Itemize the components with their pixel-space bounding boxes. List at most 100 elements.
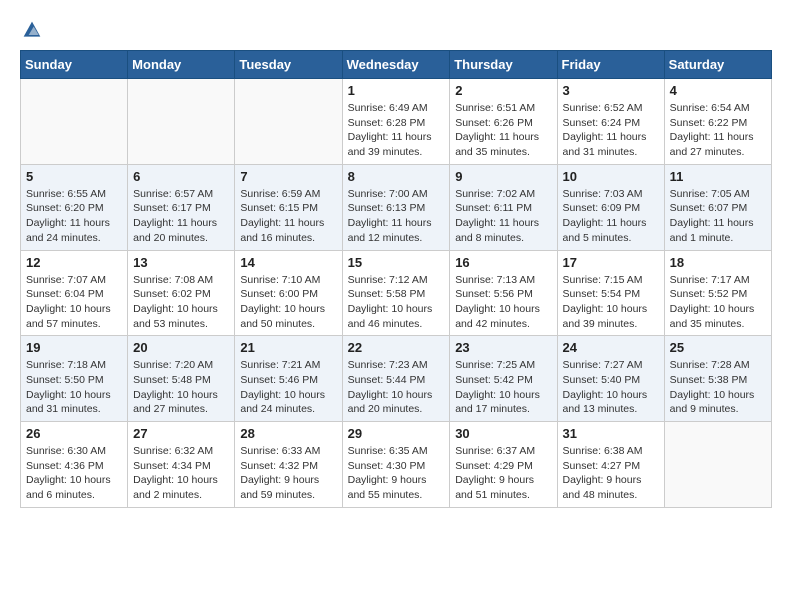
day-info: Sunrise: 6:59 AM Sunset: 6:15 PM Dayligh…	[240, 187, 336, 246]
day-number: 24	[563, 340, 659, 355]
calendar-cell	[21, 79, 128, 165]
calendar-cell: 19Sunrise: 7:18 AM Sunset: 5:50 PM Dayli…	[21, 336, 128, 422]
calendar-cell: 25 Sunrise: 7:28 AM Sunset: 5:38 PM Dayli…	[664, 336, 771, 422]
calendar-cell: 13Sunrise: 7:08 AM Sunset: 6:02 PM Dayli…	[128, 250, 235, 336]
day-number: 27	[133, 426, 229, 441]
day-number: 9	[455, 169, 551, 184]
day-info: Sunrise: 6:55 AM Sunset: 6:20 PM Dayligh…	[26, 187, 122, 246]
calendar-cell: 31 Sunrise: 6:38 AM Sunset: 4:27 PM Dayli…	[557, 422, 664, 508]
day-info: Sunrise: 7:27 AM Sunset: 5:40 PM Dayligh…	[563, 358, 659, 417]
calendar-cell: 30 Sunrise: 6:37 AM Sunset: 4:29 PM Dayli…	[450, 422, 557, 508]
day-number: 18	[670, 255, 766, 270]
weekday-header-wednesday: Wednesday	[342, 51, 450, 79]
day-info: Sunrise: 7:20 AM Sunset: 5:48 PM Dayligh…	[133, 358, 229, 417]
calendar-cell: 15 Sunrise: 7:12 AM Sunset: 5:58 PM Dayli…	[342, 250, 450, 336]
day-info: Sunrise: 6:54 AM Sunset: 6:22 PM Dayligh…	[670, 101, 766, 160]
day-info: Sunrise: 7:12 AM Sunset: 5:58 PM Dayligh…	[348, 273, 445, 332]
calendar-cell: 9 Sunrise: 7:02 AM Sunset: 6:11 PM Daylig…	[450, 164, 557, 250]
weekday-header-thursday: Thursday	[450, 51, 557, 79]
weekday-header-friday: Friday	[557, 51, 664, 79]
day-info: Sunrise: 7:00 AM Sunset: 6:13 PM Dayligh…	[348, 187, 445, 246]
calendar-cell: 24 Sunrise: 7:27 AM Sunset: 5:40 PM Dayli…	[557, 336, 664, 422]
day-number: 6	[133, 169, 229, 184]
day-number: 15	[348, 255, 445, 270]
logo-icon	[22, 20, 42, 40]
calendar-week-row: 1 Sunrise: 6:49 AM Sunset: 6:28 PM Daylig…	[21, 79, 772, 165]
day-info: Sunrise: 6:35 AM Sunset: 4:30 PM Dayligh…	[348, 444, 445, 503]
calendar-cell: 2 Sunrise: 6:51 AM Sunset: 6:26 PM Daylig…	[450, 79, 557, 165]
calendar-cell: 5 Sunrise: 6:55 AM Sunset: 6:20 PM Daylig…	[21, 164, 128, 250]
day-info: Sunrise: 6:52 AM Sunset: 6:24 PM Dayligh…	[563, 101, 659, 160]
calendar-cell: 17 Sunrise: 7:15 AM Sunset: 5:54 PM Dayli…	[557, 250, 664, 336]
day-number: 29	[348, 426, 445, 441]
calendar-cell: 8 Sunrise: 7:00 AM Sunset: 6:13 PM Daylig…	[342, 164, 450, 250]
day-info: Sunrise: 6:57 AM Sunset: 6:17 PM Dayligh…	[133, 187, 229, 246]
calendar-cell: 21Sunrise: 7:21 AM Sunset: 5:46 PM Dayli…	[235, 336, 342, 422]
calendar-cell: 6 Sunrise: 6:57 AM Sunset: 6:17 PM Daylig…	[128, 164, 235, 250]
day-info: Sunrise: 7:28 AM Sunset: 5:38 PM Dayligh…	[670, 358, 766, 417]
day-number: 26	[26, 426, 122, 441]
day-number: 19	[26, 340, 122, 355]
day-number: 2	[455, 83, 551, 98]
day-number: 25	[670, 340, 766, 355]
calendar-week-row: 26 Sunrise: 6:30 AM Sunset: 4:36 PM Dayli…	[21, 422, 772, 508]
calendar-week-row: 5 Sunrise: 6:55 AM Sunset: 6:20 PM Daylig…	[21, 164, 772, 250]
day-number: 30	[455, 426, 551, 441]
calendar-cell: 12 Sunrise: 7:07 AM Sunset: 6:04 PM Dayli…	[21, 250, 128, 336]
calendar-cell	[235, 79, 342, 165]
calendar-cell: 16 Sunrise: 7:13 AM Sunset: 5:56 PM Dayli…	[450, 250, 557, 336]
day-info: Sunrise: 7:25 AM Sunset: 5:42 PM Dayligh…	[455, 358, 551, 417]
calendar-cell	[128, 79, 235, 165]
page-header	[20, 20, 772, 40]
logo	[20, 20, 42, 40]
calendar-week-row: 12 Sunrise: 7:07 AM Sunset: 6:04 PM Dayli…	[21, 250, 772, 336]
calendar-cell: 3 Sunrise: 6:52 AM Sunset: 6:24 PM Daylig…	[557, 79, 664, 165]
calendar-cell: 22Sunrise: 7:23 AM Sunset: 5:44 PM Dayli…	[342, 336, 450, 422]
day-number: 22	[348, 340, 445, 355]
day-info: Sunrise: 7:03 AM Sunset: 6:09 PM Dayligh…	[563, 187, 659, 246]
calendar-cell: 28Sunrise: 6:33 AM Sunset: 4:32 PM Dayli…	[235, 422, 342, 508]
day-info: Sunrise: 6:38 AM Sunset: 4:27 PM Dayligh…	[563, 444, 659, 503]
day-number: 3	[563, 83, 659, 98]
day-info: Sunrise: 6:32 AM Sunset: 4:34 PM Dayligh…	[133, 444, 229, 503]
calendar-cell: 10 Sunrise: 7:03 AM Sunset: 6:09 PM Dayli…	[557, 164, 664, 250]
day-number: 12	[26, 255, 122, 270]
day-number: 20	[133, 340, 229, 355]
weekday-header-sunday: Sunday	[21, 51, 128, 79]
day-number: 21	[240, 340, 336, 355]
calendar-cell: 4 Sunrise: 6:54 AM Sunset: 6:22 PM Daylig…	[664, 79, 771, 165]
day-number: 14	[240, 255, 336, 270]
calendar-cell: 20 Sunrise: 7:20 AM Sunset: 5:48 PM Dayli…	[128, 336, 235, 422]
weekday-header-monday: Monday	[128, 51, 235, 79]
day-info: Sunrise: 6:49 AM Sunset: 6:28 PM Dayligh…	[348, 101, 445, 160]
day-number: 10	[563, 169, 659, 184]
weekday-header-saturday: Saturday	[664, 51, 771, 79]
day-info: Sunrise: 7:15 AM Sunset: 5:54 PM Dayligh…	[563, 273, 659, 332]
day-number: 28	[240, 426, 336, 441]
calendar-cell: 26 Sunrise: 6:30 AM Sunset: 4:36 PM Dayli…	[21, 422, 128, 508]
day-number: 4	[670, 83, 766, 98]
calendar-cell: 14 Sunrise: 7:10 AM Sunset: 6:00 PM Dayli…	[235, 250, 342, 336]
day-info: Sunrise: 7:08 AM Sunset: 6:02 PM Dayligh…	[133, 273, 229, 332]
calendar-cell: 18Sunrise: 7:17 AM Sunset: 5:52 PM Dayli…	[664, 250, 771, 336]
day-number: 31	[563, 426, 659, 441]
day-info: Sunrise: 7:02 AM Sunset: 6:11 PM Dayligh…	[455, 187, 551, 246]
calendar-cell: 27 Sunrise: 6:32 AM Sunset: 4:34 PM Dayli…	[128, 422, 235, 508]
day-info: Sunrise: 6:51 AM Sunset: 6:26 PM Dayligh…	[455, 101, 551, 160]
day-info: Sunrise: 7:13 AM Sunset: 5:56 PM Dayligh…	[455, 273, 551, 332]
day-info: Sunrise: 6:30 AM Sunset: 4:36 PM Dayligh…	[26, 444, 122, 503]
day-number: 16	[455, 255, 551, 270]
day-info: Sunrise: 7:07 AM Sunset: 6:04 PM Dayligh…	[26, 273, 122, 332]
day-number: 23	[455, 340, 551, 355]
day-number: 17	[563, 255, 659, 270]
day-number: 1	[348, 83, 445, 98]
calendar-cell: 23 Sunrise: 7:25 AM Sunset: 5:42 PM Dayli…	[450, 336, 557, 422]
calendar-cell: 7 Sunrise: 6:59 AM Sunset: 6:15 PM Daylig…	[235, 164, 342, 250]
day-number: 8	[348, 169, 445, 184]
day-info: Sunrise: 7:10 AM Sunset: 6:00 PM Dayligh…	[240, 273, 336, 332]
calendar-table: SundayMondayTuesdayWednesdayThursdayFrid…	[20, 50, 772, 508]
day-number: 5	[26, 169, 122, 184]
calendar-cell: 29 Sunrise: 6:35 AM Sunset: 4:30 PM Dayli…	[342, 422, 450, 508]
day-info: Sunrise: 6:37 AM Sunset: 4:29 PM Dayligh…	[455, 444, 551, 503]
day-number: 7	[240, 169, 336, 184]
